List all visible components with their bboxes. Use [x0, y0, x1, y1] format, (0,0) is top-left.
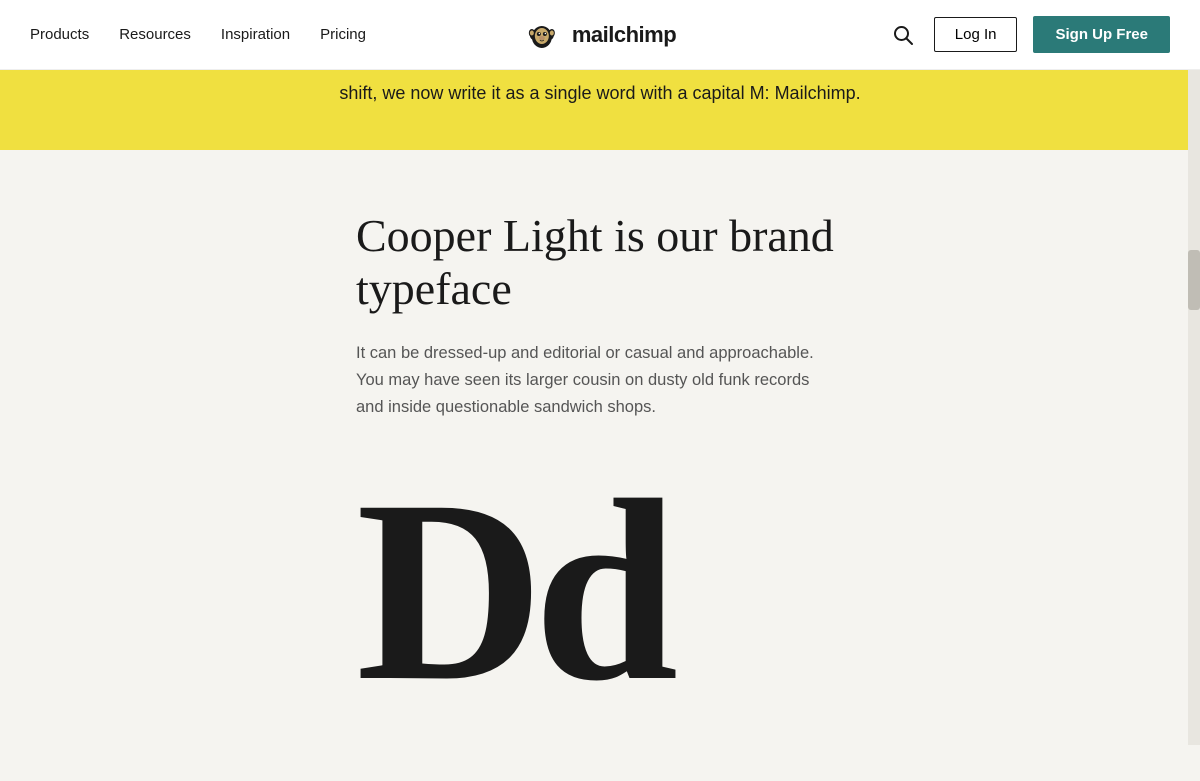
nav-inspiration[interactable]: Inspiration: [221, 26, 290, 43]
scrollbar-thumb[interactable]: [1188, 250, 1200, 310]
mailchimp-logo-text: mailchimp: [572, 22, 676, 48]
section-body: It can be dressed-up and editorial or ca…: [356, 340, 816, 422]
section-heading: Cooper Light is our brand typeface: [356, 210, 836, 316]
nav-right: Log In Sign Up Free: [888, 16, 1170, 53]
nav-left: Products Resources Inspiration Pricing: [30, 26, 366, 43]
main-content: Cooper Light is our brand typeface It ca…: [0, 150, 1200, 781]
mailchimp-monkey-icon: [524, 17, 560, 53]
nav-resources[interactable]: Resources: [119, 26, 191, 43]
search-icon: [892, 24, 914, 46]
login-button[interactable]: Log In: [934, 17, 1018, 52]
signup-button[interactable]: Sign Up Free: [1033, 16, 1170, 53]
scrollbar[interactable]: [1188, 70, 1200, 745]
nav-pricing[interactable]: Pricing: [320, 26, 366, 43]
nav-logo[interactable]: mailchimp: [524, 17, 676, 53]
nav-products[interactable]: Products: [30, 26, 89, 43]
banner-text: shift, we now write it as a single word …: [319, 70, 880, 127]
big-letter-display: Dd: [356, 461, 1200, 721]
search-button[interactable]: [888, 20, 918, 50]
navbar: Products Resources Inspiration Pricing m…: [0, 0, 1200, 70]
